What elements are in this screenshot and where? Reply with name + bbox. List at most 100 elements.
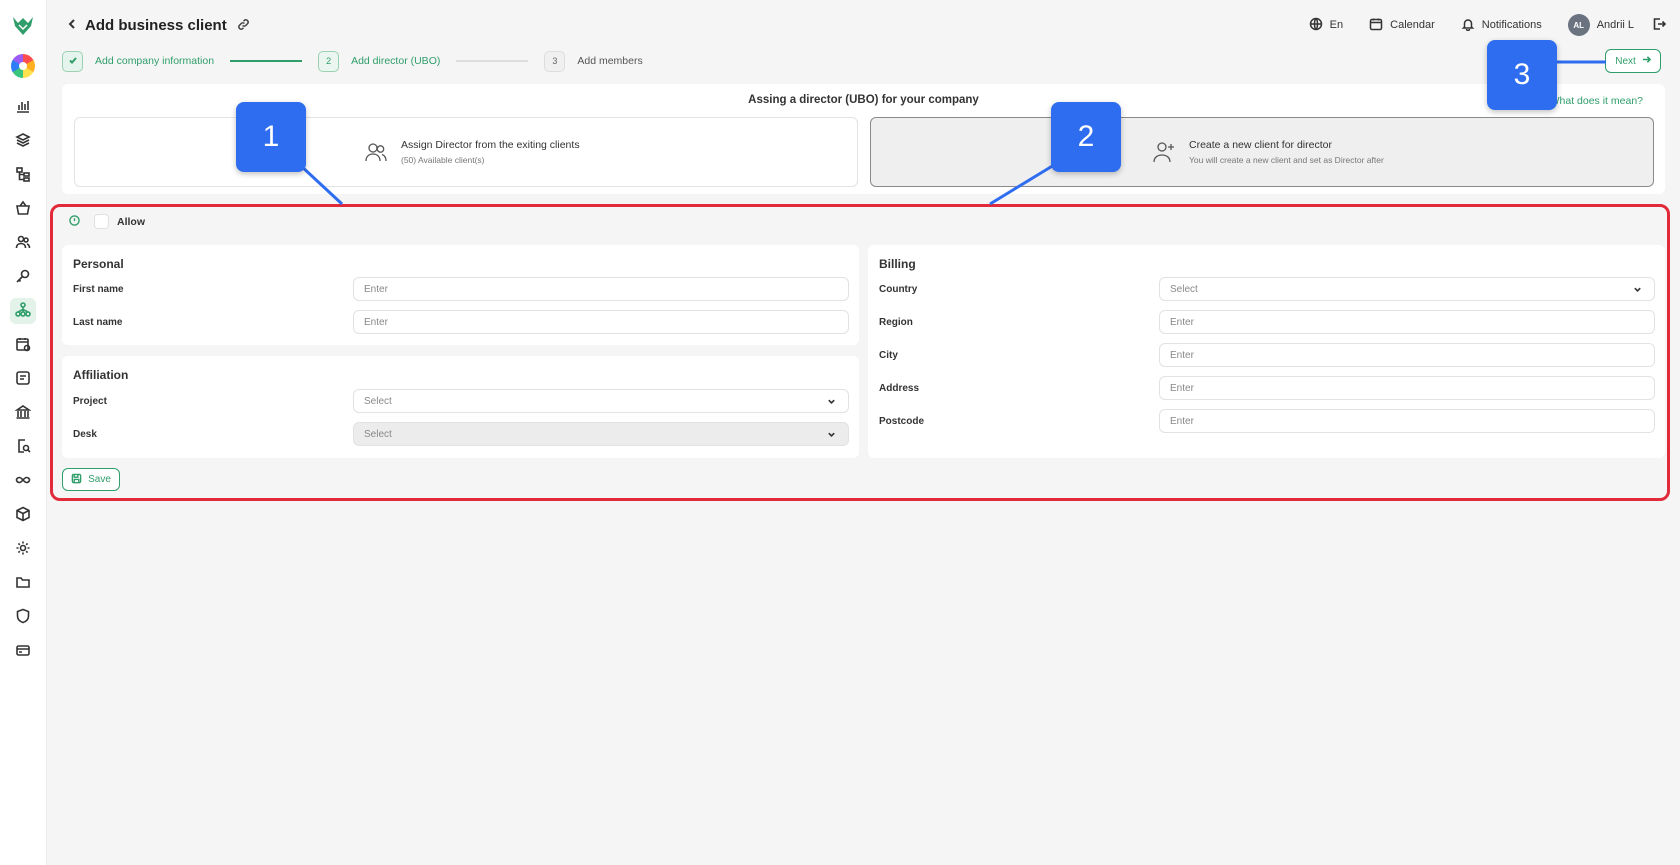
billing-title: Billing	[879, 257, 916, 271]
personal-card: Personal First name Enter Last name Ente…	[62, 245, 859, 345]
region-input[interactable]: Enter	[1159, 310, 1655, 334]
user-menu[interactable]: AL Andrii L	[1567, 14, 1634, 36]
logout-icon	[1652, 17, 1667, 34]
project-label: Project	[73, 395, 107, 407]
brand-logo-icon[interactable]	[11, 14, 35, 38]
sidebar-item-dashboard[interactable]	[10, 94, 36, 120]
sidebar-item-settings[interactable]	[10, 536, 36, 562]
key-icon	[15, 268, 31, 287]
postcode-input[interactable]: Enter	[1159, 409, 1655, 433]
sidebar-item-search-docs[interactable]	[10, 434, 36, 460]
calendar-label: Calendar	[1390, 19, 1435, 31]
language-selector[interactable]: En	[1309, 17, 1343, 34]
sidebar-item-keys[interactable]	[10, 264, 36, 290]
calendar-doc-icon	[15, 336, 31, 355]
sidebar-item-security[interactable]	[10, 604, 36, 630]
allow-checkbox[interactable]	[94, 214, 109, 229]
callout-1: 1	[236, 102, 306, 172]
notifications-label: Notifications	[1481, 19, 1542, 31]
desk-select[interactable]: Select	[353, 422, 849, 446]
desk-label: Desk	[73, 428, 97, 440]
sidebar-item-clients[interactable]	[10, 230, 36, 256]
first-name-input[interactable]: Enter	[353, 277, 849, 301]
cube-icon	[15, 506, 31, 525]
globe-icon	[1309, 17, 1323, 34]
page-title: Add business client	[85, 16, 227, 34]
chevron-down-icon	[1633, 285, 1642, 297]
help-link-label: What does it mean?	[1549, 95, 1643, 107]
sidebar-item-infinity[interactable]	[10, 468, 36, 494]
logout-button[interactable]	[1652, 17, 1667, 34]
callout-3: 3	[1487, 40, 1557, 110]
sidebar-item-calendar-docs[interactable]	[10, 332, 36, 358]
sidebar-item-bank[interactable]	[10, 400, 36, 426]
header-actions: En Calendar Notifications AL Andrii L	[1283, 0, 1667, 50]
country-select[interactable]: Select	[1159, 277, 1655, 301]
save-button[interactable]: Save	[62, 468, 120, 491]
copy-link-button[interactable]	[237, 18, 251, 32]
users-icon	[363, 139, 389, 165]
sidebar-item-folders[interactable]	[10, 570, 36, 596]
postcode-label: Postcode	[879, 415, 925, 427]
last-name-input[interactable]: Enter	[353, 310, 849, 334]
allow-label: Allow	[117, 215, 145, 228]
assign-existing-client-option[interactable]: Assign Director from the exiting clients…	[74, 117, 858, 187]
language-label: En	[1329, 19, 1344, 31]
sidebar-item-layers[interactable]	[10, 128, 36, 154]
option-existing-subtitle: (50) Available client(s)	[401, 155, 580, 165]
infinity-icon	[15, 472, 31, 491]
add-user-icon	[1151, 139, 1177, 165]
calendar-link[interactable]: Calendar	[1369, 17, 1435, 34]
gear-icon	[15, 540, 31, 559]
project-select[interactable]: Select	[353, 389, 849, 413]
address-label: Address	[879, 382, 920, 394]
hierarchy-icon	[15, 166, 31, 185]
save-label: Save	[88, 474, 111, 485]
step-1-label[interactable]: Add company information	[95, 55, 214, 67]
chevron-down-icon	[827, 397, 836, 409]
first-name-label: First name	[73, 283, 124, 295]
bell-icon	[1461, 17, 1475, 34]
affiliation-card: Affiliation Project Select Desk Select	[62, 356, 859, 458]
available-count: (50)	[401, 155, 417, 165]
network-icon	[15, 301, 31, 321]
sidebar-item-hierarchy[interactable]	[10, 162, 36, 188]
personal-title: Personal	[73, 257, 124, 271]
city-input[interactable]: Enter	[1159, 343, 1655, 367]
step-3-indicator[interactable]: 3	[544, 50, 566, 72]
color-wheel-icon[interactable]	[11, 54, 35, 78]
option-new-subtitle: You will create a new client and set as …	[1189, 155, 1384, 165]
layers-icon	[15, 132, 31, 151]
create-new-client-option[interactable]: Create a new client for director You wil…	[870, 117, 1654, 187]
notifications-link[interactable]: Notifications	[1461, 17, 1542, 34]
step-2-label[interactable]: Add director (UBO)	[351, 55, 440, 67]
shield-icon	[15, 608, 31, 627]
option-existing-title: Assign Director from the exiting clients	[401, 139, 580, 151]
sidebar-item-notes[interactable]	[10, 366, 36, 392]
bar-chart-icon	[15, 98, 31, 117]
back-button[interactable]	[65, 18, 79, 32]
sidebar-item-cards[interactable]	[10, 638, 36, 664]
address-input[interactable]: Enter	[1159, 376, 1655, 400]
sidebar-item-business-clients[interactable]	[10, 298, 36, 324]
next-button[interactable]: Next	[1605, 49, 1661, 73]
step-2-indicator[interactable]: 2	[318, 50, 340, 72]
info-icon[interactable]	[69, 214, 80, 229]
users-icon	[15, 234, 31, 253]
desk-value: Select	[364, 428, 392, 440]
billing-card: Billing Country Select Region Enter City…	[868, 245, 1665, 458]
link-icon	[237, 19, 250, 34]
step-connector	[230, 60, 303, 62]
step-3-label[interactable]: Add members	[577, 55, 642, 67]
sidebar-item-packages[interactable]	[10, 502, 36, 528]
step-1-indicator[interactable]	[62, 50, 83, 72]
top-header: Add business client En Calendar Notifica…	[47, 0, 1680, 50]
city-label: City	[879, 349, 898, 361]
avatar: AL	[1567, 14, 1590, 36]
chevron-left-icon	[67, 18, 77, 32]
sidebar	[0, 0, 47, 865]
sidebar-item-basket[interactable]	[10, 196, 36, 222]
affiliation-title: Affiliation	[73, 368, 129, 382]
calendar-icon	[1369, 17, 1383, 34]
checkmark-icon	[68, 55, 78, 67]
